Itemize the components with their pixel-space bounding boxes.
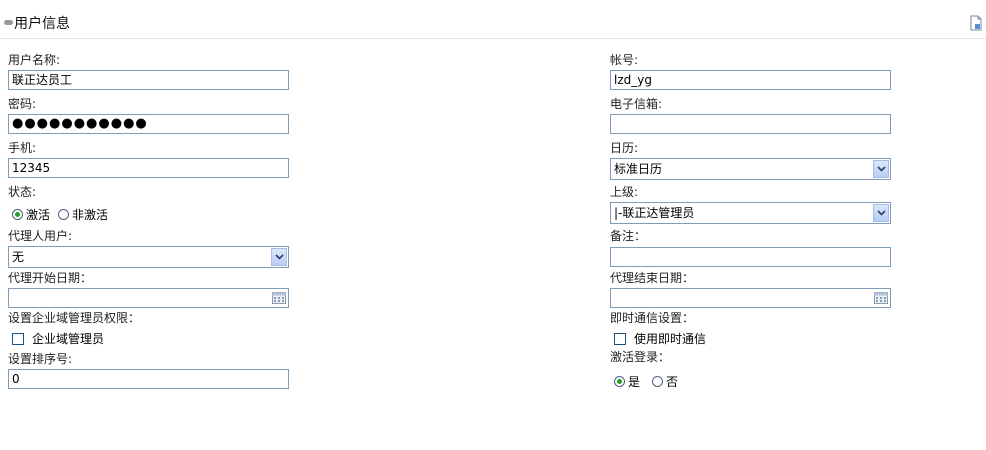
admin-rights-checkbox-group: 企业域管理员 <box>12 330 104 347</box>
superior-label: 上级: <box>610 185 639 199</box>
chevron-down-icon[interactable] <box>873 204 889 222</box>
username-input[interactable]: 联正达员工 <box>8 70 289 90</box>
status-radio-group: 激活 非激活 <box>12 206 108 223</box>
proxy-end-label: 代理结束日期： <box>610 271 695 285</box>
status-active-label: 激活 <box>26 208 51 222</box>
superior-select[interactable]: |-联正达管理员 <box>610 202 891 224</box>
account-label: 帐号: <box>610 53 639 67</box>
chevron-down-icon[interactable] <box>873 160 889 178</box>
mobile-label: 手机: <box>8 141 37 155</box>
proxy-user-select[interactable]: 无 <box>8 246 289 268</box>
account-input[interactable]: lzd_yg <box>610 70 891 90</box>
superior-selected: |-联正达管理员 <box>614 206 695 220</box>
activate-login-no-radio[interactable] <box>652 376 664 387</box>
page-title: 用户信息 <box>14 16 70 32</box>
remark-input[interactable] <box>610 247 891 267</box>
im-settings-label: 即时通信设置： <box>610 311 695 325</box>
admin-rights-checkbox-label: 企业域管理员 <box>32 332 105 346</box>
im-settings-checkbox-group: 使用即时通信 <box>614 330 706 347</box>
activate-login-yes-label: 是 <box>628 375 641 389</box>
page-header: 用户信息 <box>0 0 986 39</box>
document-icon[interactable] <box>970 15 982 31</box>
sort-order-input[interactable]: 0 <box>8 369 289 389</box>
proxy-user-selected: 无 <box>12 250 25 264</box>
collapse-icon[interactable] <box>4 20 13 25</box>
activate-login-yes-radio[interactable] <box>614 376 625 387</box>
calendar-icon[interactable] <box>874 292 888 304</box>
status-active-radio[interactable] <box>12 209 23 220</box>
calendar-select[interactable]: 标准日历 <box>610 158 891 180</box>
calendar-icon[interactable] <box>272 292 286 304</box>
sort-order-label: 设置排序号: <box>8 352 73 366</box>
proxy-end-input[interactable] <box>610 288 891 308</box>
email-input[interactable] <box>610 114 891 134</box>
status-inactive-label: 非激活 <box>72 208 109 222</box>
username-label: 用户名称: <box>8 53 61 67</box>
activate-login-radio-group: 是 否 <box>614 373 678 390</box>
password-input[interactable]: ●●●●●●●●●●● <box>8 114 289 134</box>
admin-rights-label: 设置企业域管理员权限： <box>8 311 141 325</box>
status-label: 状态: <box>8 185 37 199</box>
activate-login-no-label: 否 <box>666 375 679 389</box>
mobile-input[interactable]: 12345 <box>8 158 289 178</box>
im-settings-checkbox[interactable] <box>614 332 626 345</box>
proxy-user-label: 代理人用户: <box>8 229 73 243</box>
remark-label: 备注： <box>610 229 647 243</box>
proxy-start-input[interactable] <box>8 288 289 308</box>
proxy-start-label: 代理开始日期： <box>8 271 93 285</box>
calendar-label: 日历: <box>610 141 639 155</box>
status-inactive-radio[interactable] <box>58 209 70 220</box>
calendar-selected: 标准日历 <box>614 162 663 176</box>
password-label: 密码: <box>8 97 37 111</box>
email-label: 电子信箱: <box>610 97 663 111</box>
im-settings-checkbox-label: 使用即时通信 <box>634 332 707 346</box>
chevron-down-icon[interactable] <box>271 248 287 266</box>
admin-rights-checkbox[interactable] <box>12 332 24 345</box>
activate-login-label: 激活登录： <box>610 350 671 364</box>
